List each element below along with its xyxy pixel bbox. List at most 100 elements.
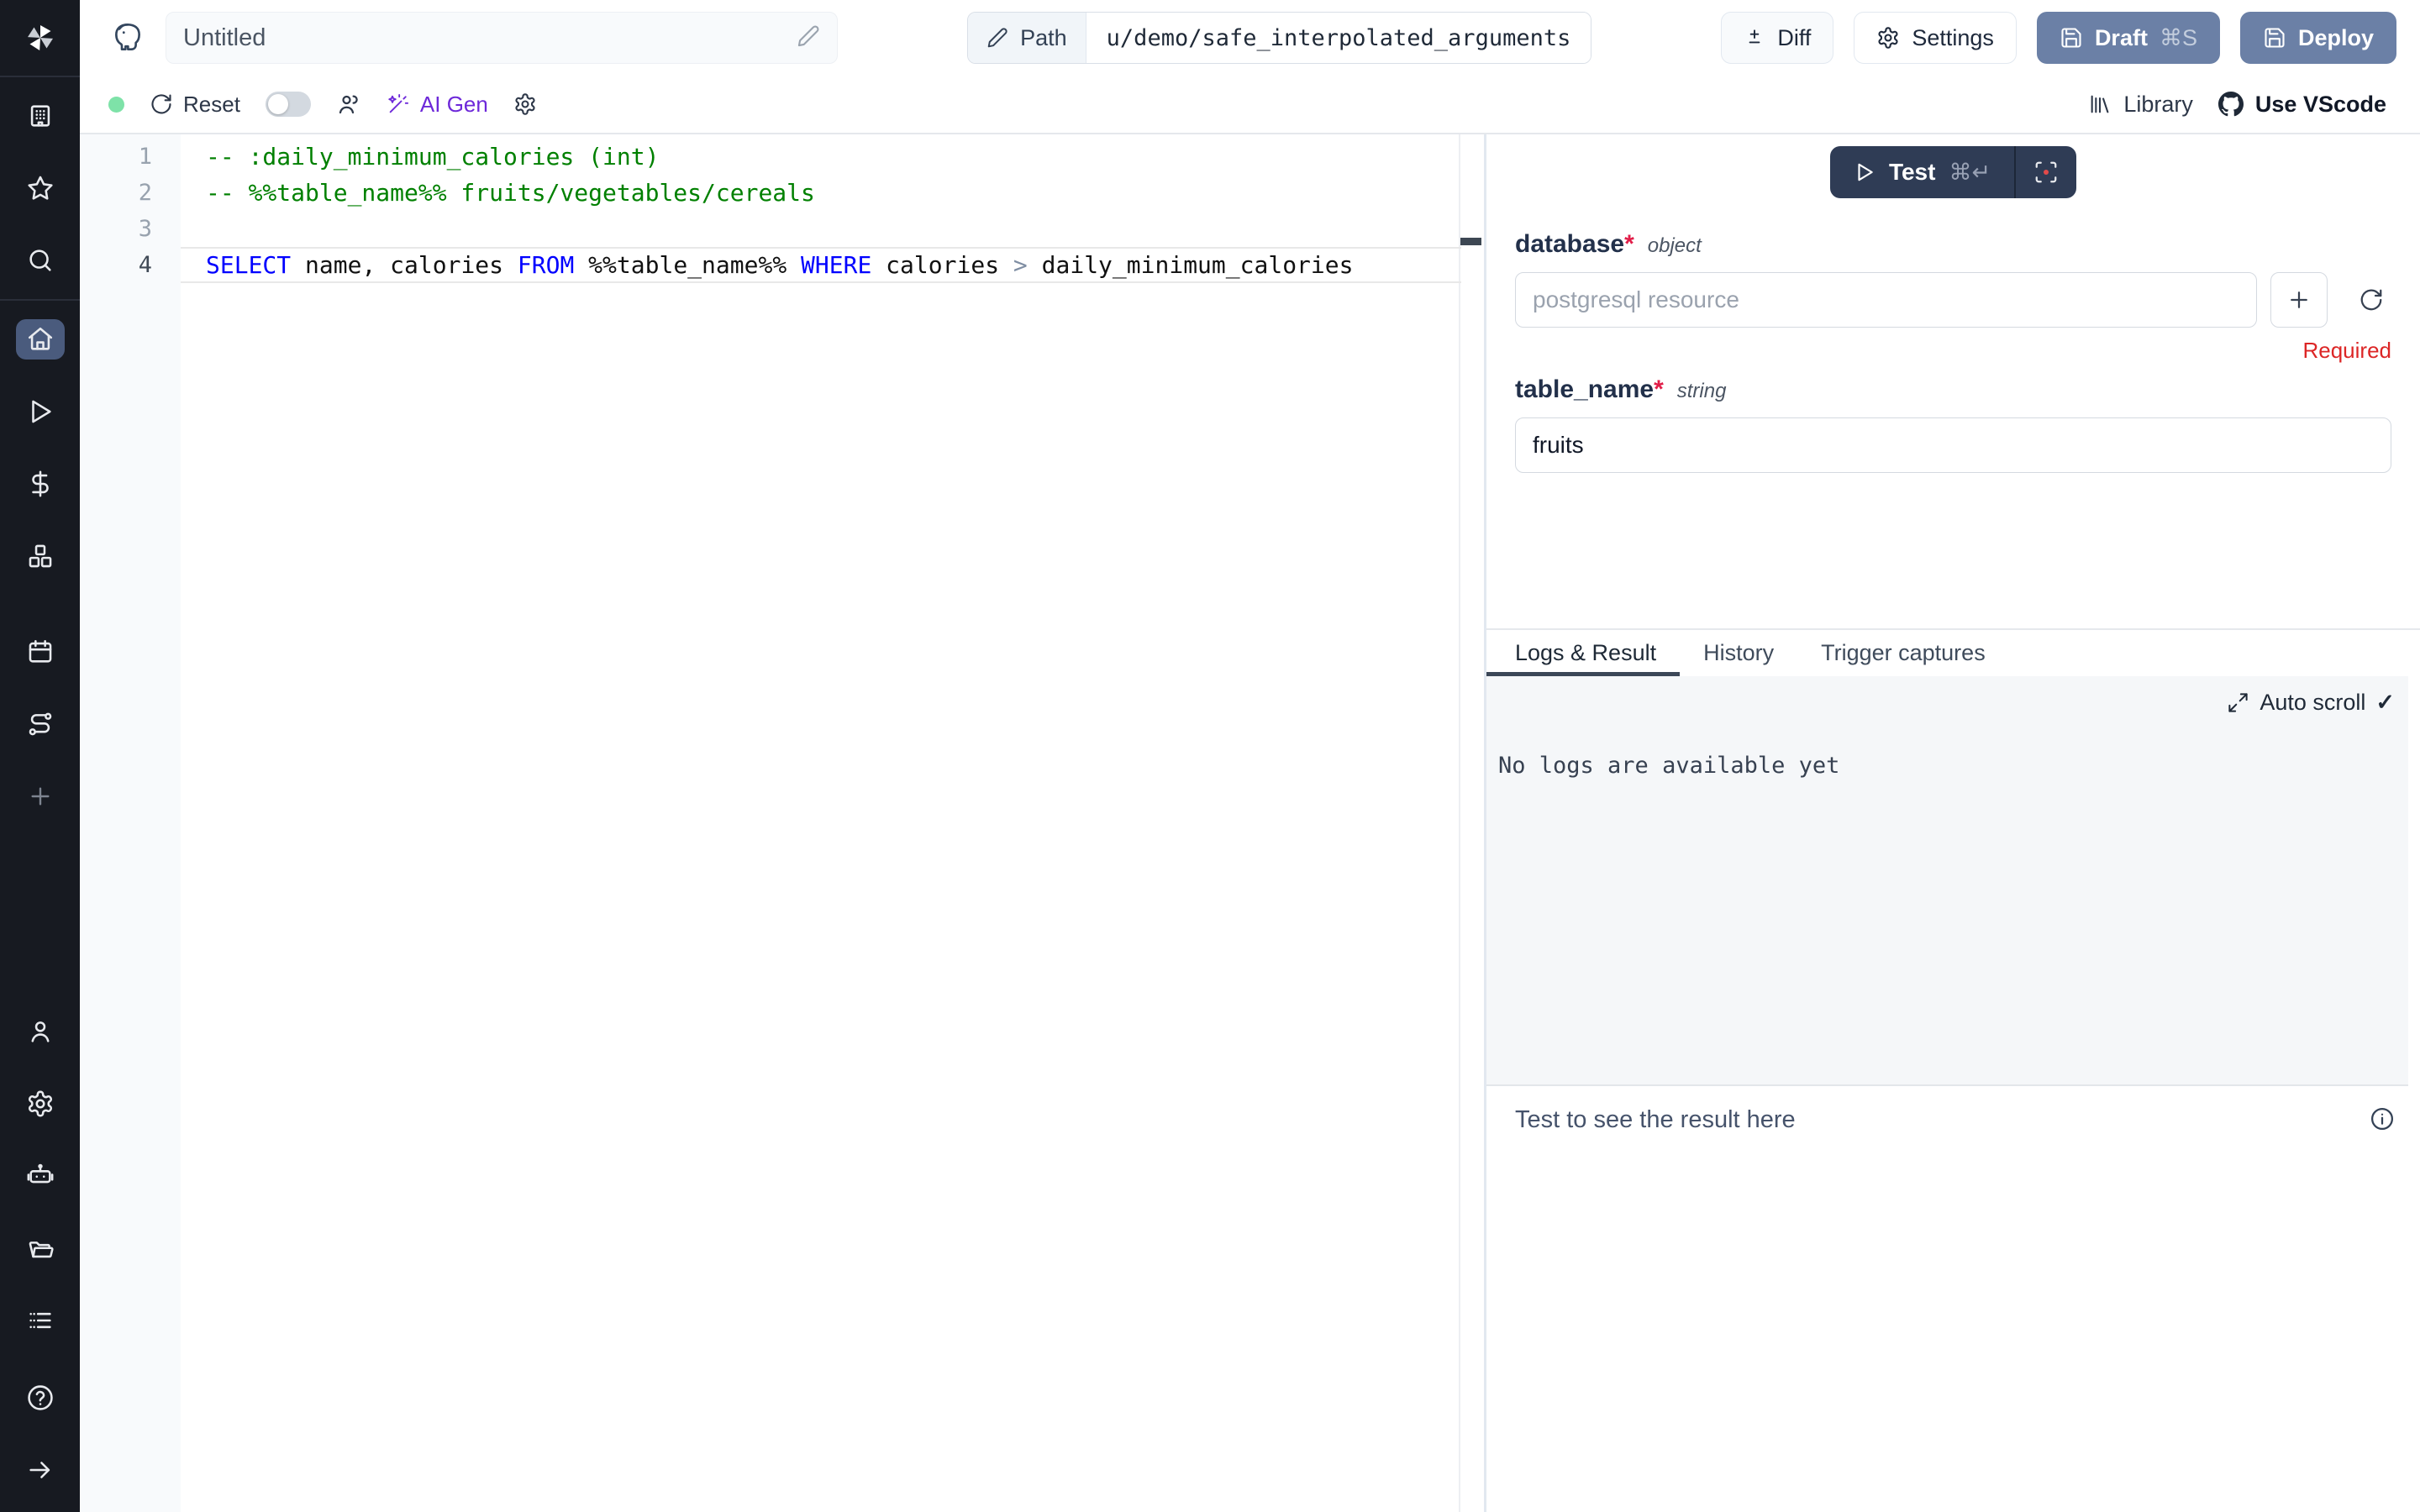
line-number: 3 — [80, 211, 181, 247]
play-icon — [26, 397, 55, 426]
field-type: object — [1648, 234, 1702, 258]
use-vscode-button[interactable]: Use VScode — [2218, 92, 2386, 118]
sidebar-item-user[interactable] — [16, 1011, 65, 1052]
pencil-icon — [986, 27, 1008, 49]
auto-scroll-check[interactable]: ✓ — [2375, 690, 2395, 716]
code-line[interactable]: 3 — [80, 211, 1484, 247]
sidebar-item-flows[interactable] — [16, 704, 65, 744]
play-icon — [1854, 161, 1876, 183]
sidebar-item-workers[interactable] — [16, 1156, 65, 1196]
expand-icon[interactable] — [2227, 691, 2249, 714]
windmill-logo[interactable] — [0, 0, 80, 76]
calendar-icon — [26, 638, 55, 666]
multiplayer-icon — [336, 92, 361, 117]
tab-logs-result[interactable]: Logs & Result — [1486, 630, 1680, 676]
path-label-section[interactable]: Path — [968, 13, 1086, 63]
plus-minus-icon — [1744, 27, 1765, 49]
github-icon — [2218, 92, 2244, 117]
user-icon — [26, 1017, 55, 1046]
required-star: * — [1654, 375, 1664, 403]
tab-trigger-captures[interactable]: Trigger captures — [1797, 630, 2009, 676]
sidebar-item-workspace[interactable] — [16, 96, 65, 136]
multiplayer-toggle[interactable] — [266, 92, 311, 117]
status-dot — [108, 97, 124, 113]
table-name-input[interactable] — [1515, 417, 2391, 473]
code-editor[interactable]: 1-- :daily_minimum_calories (int)2-- %%t… — [80, 134, 1484, 1512]
save-icon — [2060, 26, 2083, 50]
path-control[interactable]: Path u/demo/safe_interpolated_arguments — [967, 12, 1591, 64]
plus-icon — [27, 783, 54, 810]
library-label: Library — [2123, 92, 2193, 118]
draft-label: Draft — [2095, 25, 2148, 51]
test-label: Test — [1889, 159, 1936, 186]
sidebar-item-resources[interactable] — [16, 536, 65, 576]
code-line[interactable]: 2-- %%table_name%% fruits/vegetables/cer… — [80, 175, 1484, 211]
sidebar-group-nav — [0, 301, 80, 835]
tab-history[interactable]: History — [1680, 630, 1797, 676]
logs-section: Auto scroll ✓ No logs are available yet — [1486, 676, 2420, 1086]
sidebar-group-top — [0, 77, 80, 299]
workspace-icon — [26, 102, 55, 130]
arrow-right-icon — [26, 1456, 55, 1484]
ai-gen-label: AI Gen — [420, 92, 488, 118]
sidebar-item-favorites[interactable] — [16, 168, 65, 208]
sidebar-item-collapse[interactable] — [16, 1450, 65, 1490]
capture-button[interactable] — [2016, 146, 2076, 198]
required-star: * — [1624, 230, 1634, 258]
sidebar-item-search[interactable] — [16, 240, 65, 281]
toggle-knob — [268, 94, 288, 114]
wand-icon — [387, 92, 410, 116]
sidebar-item-schedules[interactable] — [16, 632, 65, 672]
gear-icon — [1876, 26, 1900, 50]
draft-button[interactable]: Draft ⌘S — [2037, 12, 2220, 64]
field-name: database* — [1515, 230, 1634, 259]
line-number: 4 — [80, 247, 181, 283]
reset-button[interactable]: Reset — [150, 92, 240, 118]
code-text: SELECT name, calories FROM %%table_name%… — [181, 247, 1354, 283]
code-line[interactable]: 1-- :daily_minimum_calories (int) — [80, 139, 1484, 175]
sidebar-item-variables[interactable] — [16, 464, 65, 504]
sidebar-item-add[interactable] — [16, 776, 65, 816]
path-value: u/demo/safe_interpolated_arguments — [1086, 13, 1591, 63]
sidebar-item-runs[interactable] — [16, 391, 65, 432]
logs-panel: Auto scroll ✓ No logs are available yet — [1486, 676, 2408, 1086]
add-resource-button[interactable] — [2270, 272, 2328, 328]
sidebar-item-home[interactable] — [16, 319, 65, 360]
code-text: -- %%table_name%% fruits/vegetables/cere… — [181, 175, 815, 211]
refresh-icon — [2359, 287, 2384, 312]
refresh-resource-button[interactable] — [2351, 280, 2391, 320]
settings-label: Settings — [1912, 25, 1994, 51]
sidebar-item-folders[interactable] — [16, 1228, 65, 1268]
route-icon — [26, 710, 55, 738]
test-button[interactable]: Test ⌘↵ — [1830, 146, 2014, 198]
draft-shortcut: ⌘S — [2160, 25, 2197, 51]
edit-title-icon[interactable] — [797, 24, 820, 52]
deploy-button[interactable]: Deploy — [2240, 12, 2396, 64]
library-icon — [2088, 92, 2112, 116]
editor-gutter — [80, 134, 181, 1512]
sidebar-item-settings[interactable] — [16, 1084, 65, 1124]
settings-button[interactable]: Settings — [1854, 12, 2017, 64]
auto-scroll-label[interactable]: Auto scroll — [2260, 690, 2365, 716]
code-line[interactable]: 4SELECT name, calories FROM %%table_name… — [80, 247, 1484, 283]
sidebar-item-help[interactable] — [16, 1378, 65, 1418]
postgresql-icon — [110, 20, 145, 55]
search-icon — [26, 246, 55, 275]
test-shortcut: ⌘↵ — [1949, 160, 1991, 186]
script-title-input[interactable]: Untitled — [166, 12, 838, 64]
dollar-icon — [26, 470, 55, 498]
editor-settings-icon[interactable] — [513, 92, 537, 116]
line-number: 2 — [80, 175, 181, 211]
help-icon — [26, 1383, 55, 1412]
ai-gen-button[interactable]: AI Gen — [387, 92, 488, 118]
reset-label: Reset — [183, 92, 240, 118]
database-input[interactable] — [1515, 272, 2257, 328]
library-button[interactable]: Library — [2088, 92, 2193, 118]
home-icon — [26, 325, 55, 354]
info-icon[interactable] — [2370, 1106, 2395, 1131]
app-window: Untitled Path u/demo/safe_interpolated_a… — [0, 0, 2420, 1512]
sidebar-item-audit-logs[interactable] — [16, 1300, 65, 1341]
diff-button[interactable]: Diff — [1721, 12, 1833, 64]
field-label-table-name: table_name* string — [1515, 375, 2391, 404]
overview-ruler — [1459, 134, 1460, 1512]
